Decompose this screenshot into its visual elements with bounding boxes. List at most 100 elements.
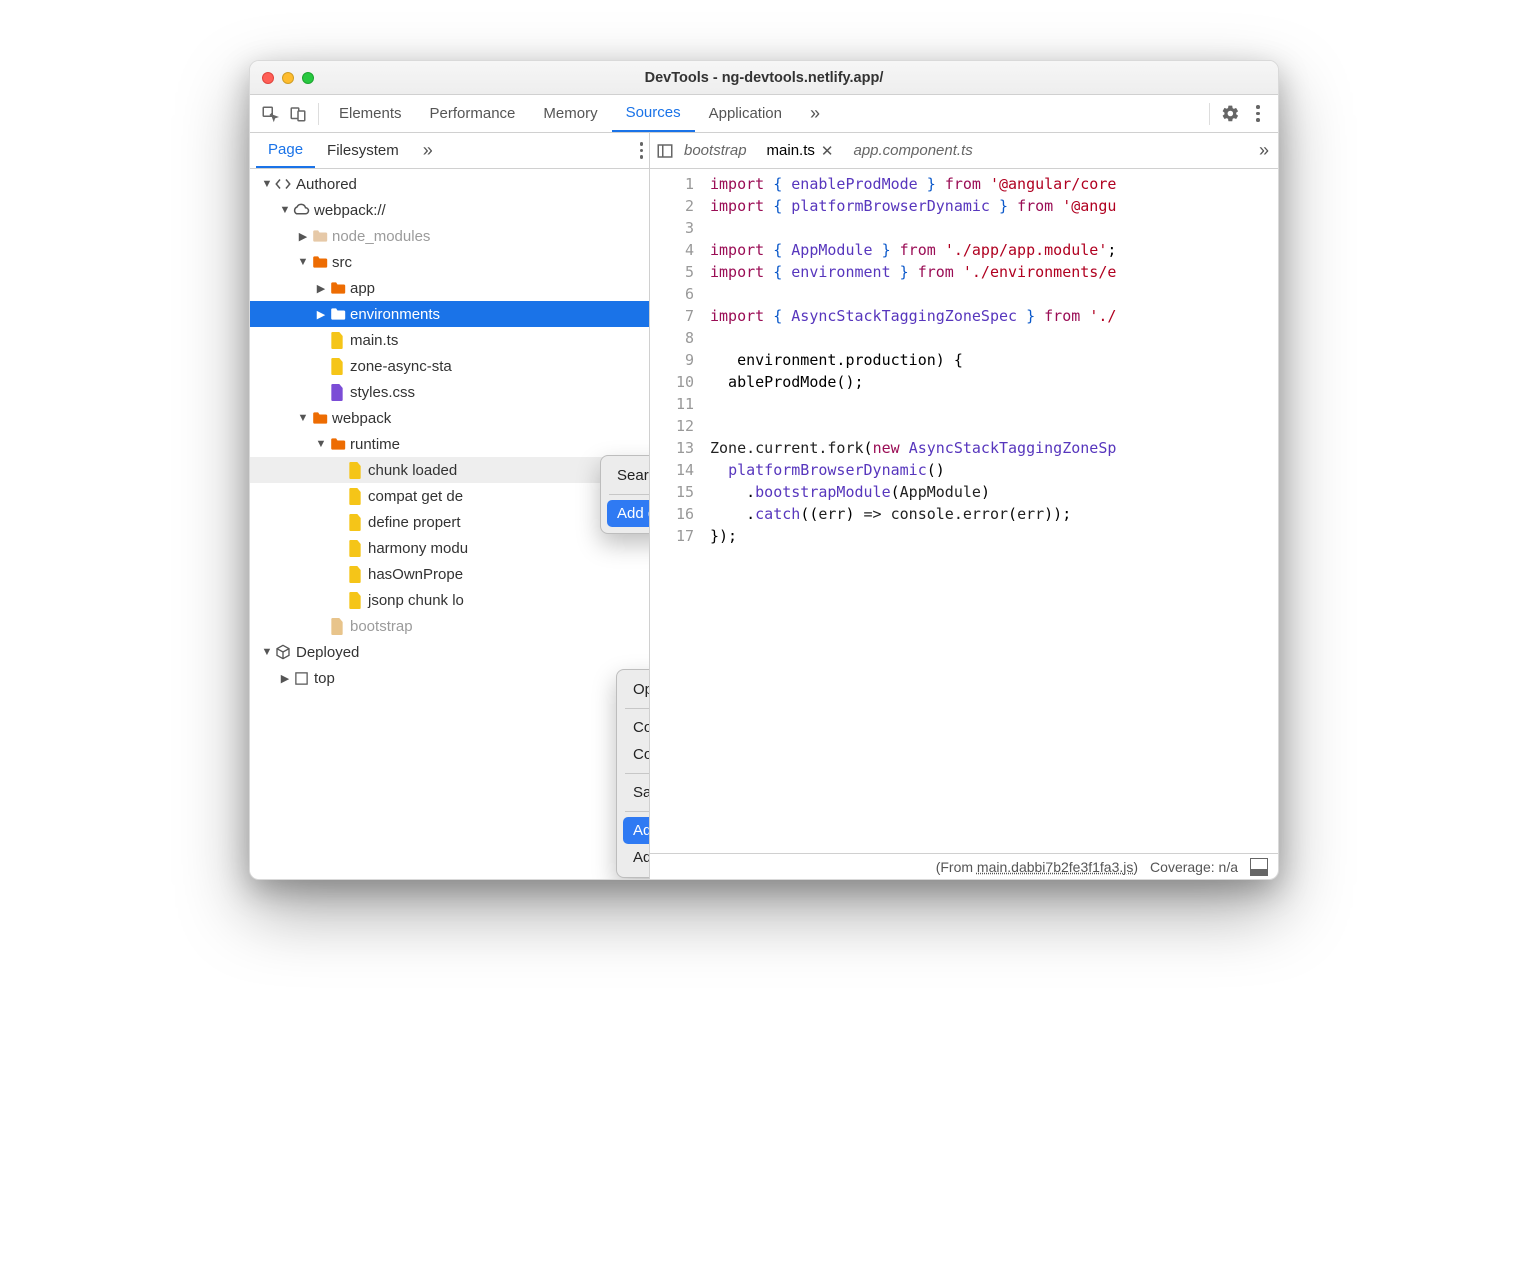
tree-label: styles.css	[350, 384, 415, 401]
tree-file[interactable]: define propert	[250, 509, 649, 535]
sidebar-more-icon[interactable]	[634, 136, 650, 165]
tree-label: app	[350, 280, 375, 297]
file-icon	[328, 383, 346, 401]
tree-file[interactable]: chunk loaded	[250, 457, 649, 483]
file-icon	[346, 591, 364, 609]
disclosure-arrow-icon[interactable]: ▶	[314, 308, 328, 321]
tree-file[interactable]: bootstrap	[250, 613, 649, 639]
context-menu-item[interactable]: Search in folder	[607, 462, 650, 489]
file-icon	[328, 357, 346, 375]
tree-file[interactable]: zone-async-sta	[250, 353, 649, 379]
file-icon	[346, 513, 364, 531]
tree-folder[interactable]: ▶node_modules	[250, 223, 649, 249]
source-map-link[interactable]: main.dabbi7b2fe3f1fa3.js	[977, 859, 1133, 875]
folder-icon	[310, 227, 328, 245]
folder-icon	[274, 643, 292, 661]
disclosure-arrow-icon[interactable]: ▶	[296, 230, 310, 243]
tree-folder[interactable]: ▼Authored	[250, 171, 649, 197]
folder-icon	[328, 279, 346, 297]
disclosure-arrow-icon[interactable]: ▼	[296, 412, 310, 424]
editor-status-bar: (From main.dabbi7b2fe3f1fa3.js) Coverage…	[650, 853, 1278, 879]
status-from-text: (From main.dabbi7b2fe3f1fa3.js)	[936, 859, 1138, 875]
tree-file[interactable]: hasOwnPrope	[250, 561, 649, 587]
tree-folder[interactable]: ▶ app	[250, 275, 649, 301]
dock-side-icon[interactable]	[1250, 858, 1268, 876]
close-tab-icon[interactable]: ✕	[821, 142, 834, 160]
tree-label: top	[314, 670, 335, 687]
code-lines[interactable]: import { enableProdMode } from '@angular…	[702, 169, 1278, 853]
main-tab-application[interactable]: Application	[695, 95, 796, 132]
devtools-window: DevTools - ng-devtools.netlify.app/ Elem…	[249, 60, 1279, 880]
navigator-sidebar: ▼Authored▼webpack://▶node_modules▼src▶ap…	[250, 169, 650, 879]
tree-label: Deployed	[296, 644, 359, 661]
folder-icon	[310, 409, 328, 427]
tree-folder[interactable]: ▼ Deployed	[250, 639, 649, 665]
disclosure-arrow-icon[interactable]: ▼	[278, 204, 292, 216]
context-menu-item[interactable]: Add script to ignore list	[623, 817, 650, 844]
disclosure-arrow-icon[interactable]: ▶	[314, 282, 328, 295]
tree-label: jsonp chunk lo	[368, 592, 464, 609]
tree-folder[interactable]: ▼ src	[250, 249, 649, 275]
settings-gear-icon[interactable]	[1216, 100, 1244, 128]
tree-file[interactable]: harmony modu	[250, 535, 649, 561]
tree-label: define propert	[368, 514, 461, 531]
tree-label: webpack://	[314, 202, 386, 219]
coverage-status: Coverage: n/a	[1150, 859, 1238, 875]
disclosure-arrow-icon[interactable]: ▶	[278, 672, 292, 685]
tree-label: src	[332, 254, 352, 271]
source-overflow-button[interactable]: »	[1253, 140, 1272, 161]
tree-file[interactable]: compat get de	[250, 483, 649, 509]
tree-folder[interactable]: ▼ webpack	[250, 405, 649, 431]
source-tab[interactable]: bootstrap	[674, 138, 757, 164]
context-menu-item[interactable]: Copy link address	[623, 714, 650, 741]
file-icon	[346, 565, 364, 583]
main-tab-bar: ElementsPerformanceMemorySourcesApplicat…	[250, 95, 1278, 133]
tree-folder[interactable]: ▼ runtime	[250, 431, 649, 457]
context-menu-item[interactable]: Add all third-party scripts to ignore li…	[623, 844, 650, 871]
sidebar-tab-page[interactable]: Page	[256, 133, 315, 168]
main-split: ▼Authored▼webpack://▶node_modules▼src▶ap…	[250, 169, 1278, 879]
folder-icon	[292, 669, 310, 687]
context-menu-item[interactable]: Open in new tab	[623, 676, 650, 703]
folder-icon	[328, 305, 346, 323]
file-icon	[328, 331, 346, 349]
toggle-navigator-icon[interactable]	[656, 142, 674, 160]
tree-label: main.ts	[350, 332, 398, 349]
tree-file[interactable]: styles.css	[250, 379, 649, 405]
disclosure-arrow-icon[interactable]: ▼	[296, 256, 310, 268]
disclosure-arrow-icon[interactable]: ▼	[260, 646, 274, 658]
main-tab-performance[interactable]: Performance	[416, 95, 530, 132]
more-menu-icon[interactable]	[1244, 100, 1272, 128]
tree-file[interactable]: jsonp chunk lo	[250, 587, 649, 613]
file-icon	[346, 487, 364, 505]
context-menu-item[interactable]: Save as...	[623, 779, 650, 806]
tree-folder[interactable]: ▼ webpack://	[250, 197, 649, 223]
file-icon	[346, 461, 364, 479]
tree-folder[interactable]: ▶environments	[250, 301, 649, 327]
file-icon	[328, 617, 346, 635]
tree-label: runtime	[350, 436, 400, 453]
window-title: DevTools - ng-devtools.netlify.app/	[250, 70, 1278, 86]
context-menu-item[interactable]: Add directory to ignore list	[607, 500, 650, 527]
inspect-element-icon[interactable]	[256, 100, 284, 128]
main-tab-memory[interactable]: Memory	[529, 95, 611, 132]
source-tab[interactable]: main.ts✕	[757, 138, 844, 164]
sources-sub-bar: PageFilesystem » bootstrapmain.ts✕app.co…	[250, 133, 1278, 169]
main-tab-sources[interactable]: Sources	[612, 95, 695, 132]
tree-label: bootstrap	[350, 618, 413, 635]
overflow-tabs-button[interactable]: »	[796, 95, 831, 132]
tree-label: chunk loaded	[368, 462, 457, 479]
main-tab-elements[interactable]: Elements	[325, 95, 416, 132]
disclosure-arrow-icon[interactable]: ▼	[314, 438, 328, 450]
device-toolbar-icon[interactable]	[284, 100, 312, 128]
sidebar-overflow-button[interactable]: »	[411, 133, 442, 168]
context-menu-item[interactable]: Copy file name	[623, 741, 650, 768]
sidebar-tab-filesystem[interactable]: Filesystem	[315, 133, 411, 168]
tree-folder[interactable]: ▶ top	[250, 665, 649, 691]
tree-file[interactable]: main.ts	[250, 327, 649, 353]
tree-label: webpack	[332, 410, 391, 427]
source-tab[interactable]: app.component.ts	[843, 138, 982, 164]
folder-icon	[274, 175, 292, 193]
folder-icon	[328, 435, 346, 453]
disclosure-arrow-icon[interactable]: ▼	[260, 178, 274, 190]
